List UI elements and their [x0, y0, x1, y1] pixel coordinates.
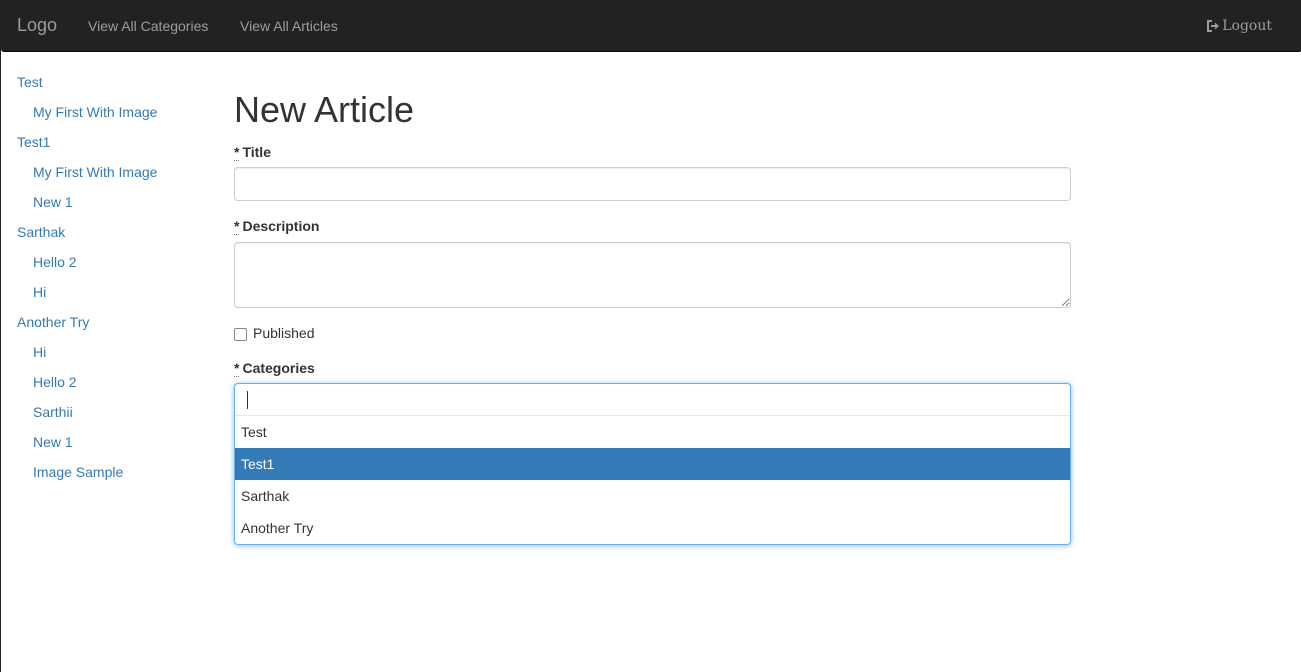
- sidebar-category-another-try[interactable]: Another Try: [17, 312, 217, 342]
- sidebar-article-my-first-with-image[interactable]: My First With Image: [17, 102, 217, 132]
- title-label: * Title: [234, 142, 1071, 162]
- category-option-sarthak[interactable]: Sarthak: [235, 480, 1070, 512]
- text-cursor: [247, 391, 248, 409]
- categories-label: * Categories: [234, 358, 1071, 378]
- required-mark: *: [234, 144, 240, 161]
- sidebar-article-hello-2[interactable]: Hello 2: [17, 252, 217, 282]
- sidebar-article-hello-2[interactable]: Hello 2: [17, 372, 217, 402]
- published-checkbox[interactable]: [234, 328, 247, 341]
- sidebar-category-test[interactable]: Test: [17, 72, 217, 102]
- sidebar-article-sarthii[interactable]: Sarthii: [17, 402, 217, 432]
- sidebar-article-new-1[interactable]: New 1: [17, 432, 217, 462]
- sidebar-article-new-1[interactable]: New 1: [17, 192, 217, 222]
- sidebar-category-test1[interactable]: Test1: [17, 132, 217, 162]
- logout-link[interactable]: Logout: [1206, 18, 1272, 34]
- description-label-text: Description: [242, 218, 320, 234]
- categories-select[interactable]: Test Test1 Sarthak Another Try: [234, 383, 1071, 545]
- published-row: Published: [234, 323, 1071, 343]
- description-label: * Description: [234, 216, 1071, 236]
- nav-view-all-categories[interactable]: View All Categories: [88, 18, 208, 34]
- app-window: Logo View All Categories View All Articl…: [0, 0, 1301, 672]
- description-textarea[interactable]: [234, 242, 1071, 308]
- logout-icon: [1206, 19, 1220, 33]
- published-label[interactable]: Published: [253, 325, 315, 341]
- sidebar-article-my-first-with-image[interactable]: My First With Image: [17, 162, 217, 192]
- title-label-text: Title: [242, 144, 271, 160]
- required-mark: *: [234, 218, 240, 235]
- article-form: New Article * Title * Description Publishe…: [234, 88, 1071, 545]
- category-option-test[interactable]: Test: [235, 416, 1070, 448]
- required-mark: *: [234, 360, 240, 377]
- title-input[interactable]: [234, 167, 1071, 201]
- categories-search-input[interactable]: [235, 384, 1070, 416]
- sidebar-article-hi[interactable]: Hi: [17, 282, 217, 312]
- categories-label-text: Categories: [242, 360, 315, 376]
- logout-label: Logout: [1222, 18, 1272, 34]
- sidebar-article-image-sample[interactable]: Image Sample: [17, 462, 217, 492]
- sidebar-article-hi[interactable]: Hi: [17, 342, 217, 372]
- sidebar: Test My First With Image Test1 My First …: [17, 72, 217, 492]
- nav-view-all-articles[interactable]: View All Articles: [240, 18, 338, 34]
- brand-logo[interactable]: Logo: [17, 15, 57, 36]
- navbar: Logo View All Categories View All Articl…: [1, 0, 1301, 52]
- page-title: New Article: [234, 89, 415, 130]
- category-option-another-try[interactable]: Another Try: [235, 512, 1070, 544]
- sidebar-category-sarthak[interactable]: Sarthak: [17, 222, 217, 252]
- category-option-test1[interactable]: Test1: [235, 448, 1070, 480]
